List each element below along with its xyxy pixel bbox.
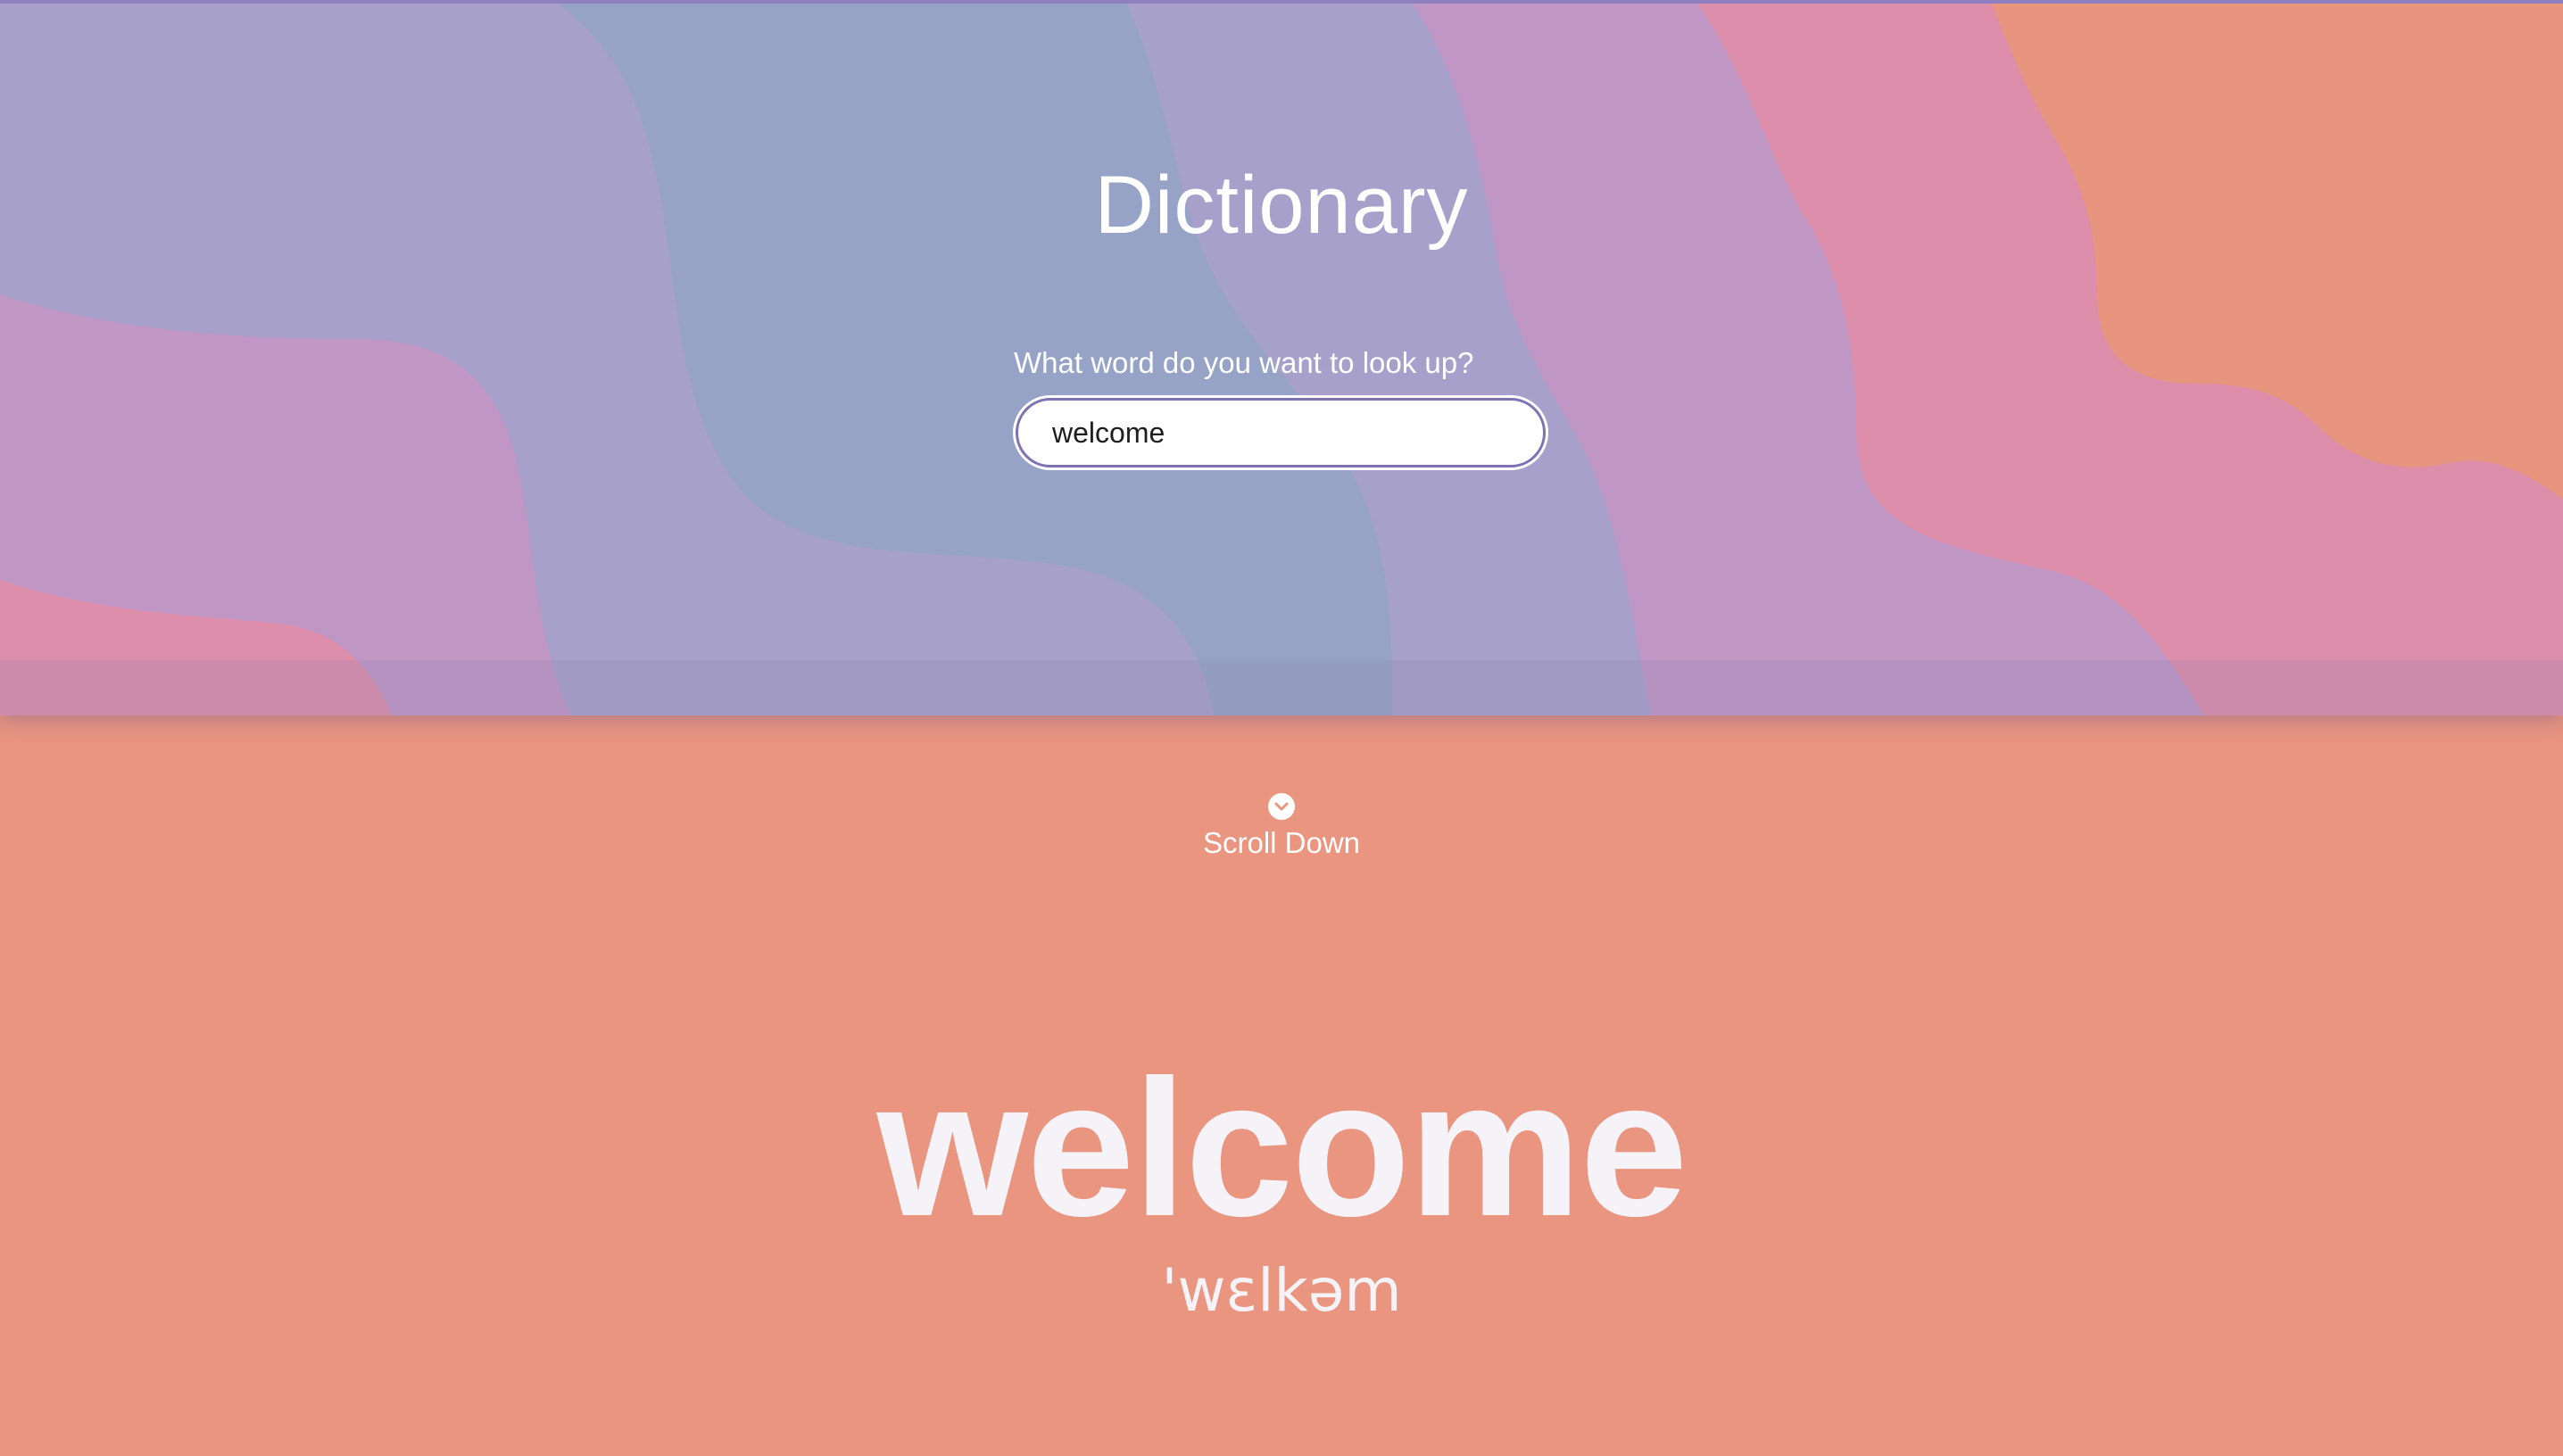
top-border [0,0,2563,4]
hero-banner: Dictionary What word do you want to look… [0,0,2563,716]
page-title: Dictionary [1094,160,1469,251]
page: Dictionary What word do you want to look… [0,0,2563,1456]
chevron-down-circle-icon [1268,793,1295,820]
result-phonetic: 'wɛlkəm [1161,1256,1402,1325]
search-input[interactable] [1016,398,1546,467]
scroll-down-label: Scroll Down [1202,826,1361,859]
scroll-down-button[interactable]: Scroll Down [1148,792,1415,860]
result-word: welcome [876,1040,1688,1257]
search-prompt-label: What word do you want to look up? [1014,346,1474,379]
